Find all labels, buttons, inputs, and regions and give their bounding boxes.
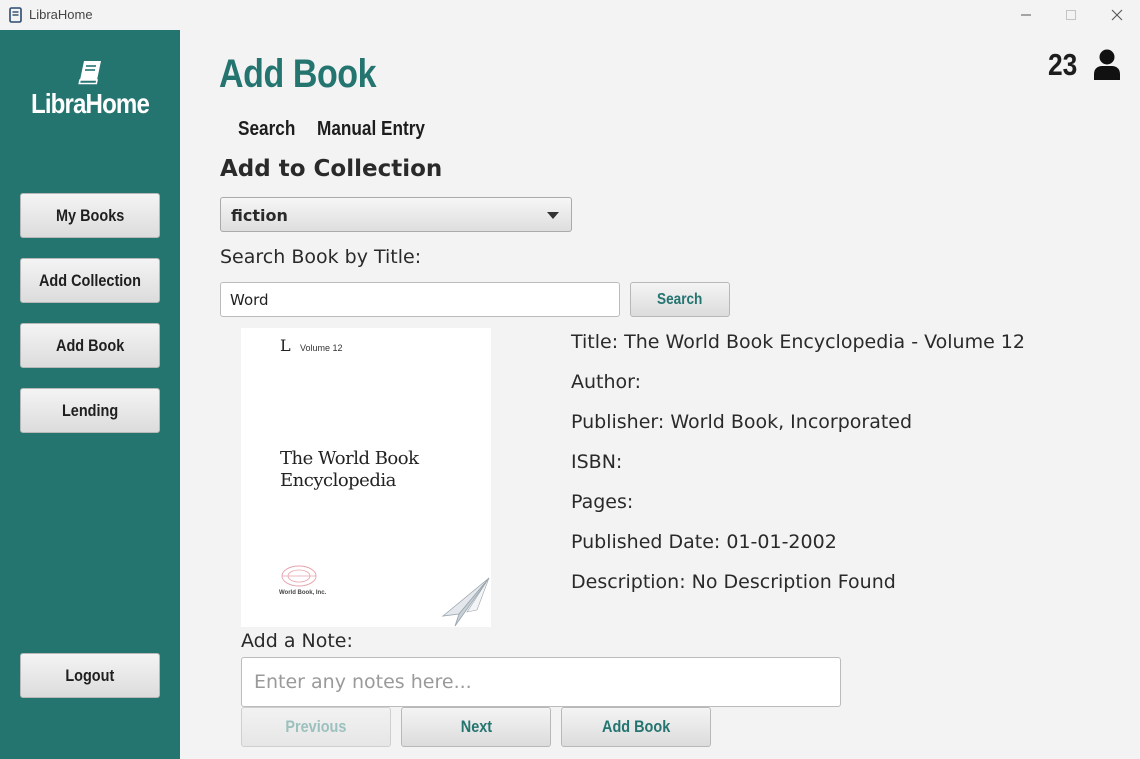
cover-title-line: Encyclopedia bbox=[280, 470, 396, 491]
chevron-down-icon bbox=[547, 212, 559, 219]
detail-publisher: Publisher: World Book, Incorporated bbox=[571, 411, 913, 433]
note-label: Add a Note: bbox=[241, 630, 353, 652]
previous-label: Previous bbox=[285, 717, 347, 736]
next-button[interactable]: Next bbox=[401, 707, 551, 747]
detail-author: Author: bbox=[571, 371, 642, 393]
cover-title: The World Book Encyclopedia bbox=[280, 448, 419, 492]
sidebar-item-lending[interactable]: Lending bbox=[20, 388, 160, 433]
app-logo-text: LibraHome bbox=[30, 88, 150, 119]
window-title: LibraHome bbox=[29, 7, 93, 22]
tab-search[interactable]: Search bbox=[238, 118, 295, 141]
cover-volume: Volume 12 bbox=[300, 343, 343, 353]
sidebar-item-label: Add Collection bbox=[39, 270, 141, 290]
cover-publisher: World Book, Inc. bbox=[279, 590, 327, 596]
detail-pages: Pages: bbox=[571, 491, 634, 513]
sidebar-item-label: Lending bbox=[61, 400, 119, 420]
close-icon bbox=[1111, 9, 1123, 21]
book-cover-image: L Volume 12 The World Book Encyclopedia … bbox=[241, 328, 491, 627]
tab-manual-entry[interactable]: Manual Entry bbox=[317, 118, 425, 141]
paper-plane-icon bbox=[441, 577, 490, 627]
previous-button[interactable]: Previous bbox=[241, 707, 391, 747]
detail-title: Title: The World Book Encyclopedia - Vol… bbox=[571, 331, 1025, 353]
book-count: 23 bbox=[1048, 47, 1078, 82]
note-input[interactable] bbox=[241, 657, 841, 707]
collection-selected-value: fiction bbox=[231, 206, 288, 225]
sidebar: LibraHome My Books Add Collection Add Bo… bbox=[0, 30, 180, 759]
collection-label: Add to Collection bbox=[220, 156, 443, 182]
cover-title-line: The World Book bbox=[280, 448, 419, 469]
publisher-logo-icon bbox=[281, 565, 317, 587]
detail-isbn: ISBN: bbox=[571, 451, 623, 473]
sidebar-item-label: My Books bbox=[55, 205, 125, 225]
logout-button[interactable]: Logout bbox=[20, 653, 160, 698]
sidebar-item-add-book[interactable]: Add Book bbox=[20, 323, 160, 368]
add-book-label: Add Book bbox=[601, 717, 671, 736]
add-book-button[interactable]: Add Book bbox=[561, 707, 711, 747]
search-button-label: Search bbox=[657, 290, 703, 308]
close-button[interactable] bbox=[1094, 0, 1140, 30]
collection-select[interactable]: fiction bbox=[220, 197, 572, 232]
book-logo-icon bbox=[78, 61, 101, 85]
user-icon[interactable] bbox=[1093, 49, 1121, 80]
page-title: Add Book bbox=[219, 52, 377, 96]
maximize-button[interactable] bbox=[1048, 0, 1094, 30]
next-label: Next bbox=[460, 717, 492, 736]
search-button[interactable]: Search bbox=[630, 282, 730, 317]
minimize-icon bbox=[1021, 14, 1031, 16]
detail-published-date: Published Date: 01-01-2002 bbox=[571, 531, 837, 553]
sidebar-item-my-books[interactable]: My Books bbox=[20, 193, 160, 238]
maximize-icon bbox=[1066, 10, 1076, 20]
app-book-icon bbox=[9, 7, 22, 23]
sidebar-item-label: Add Book bbox=[55, 335, 125, 355]
logout-label: Logout bbox=[65, 665, 115, 685]
search-input[interactable] bbox=[220, 282, 620, 317]
detail-description: Description: No Description Found bbox=[571, 571, 896, 593]
minimize-button[interactable] bbox=[1003, 0, 1049, 30]
title-bar: LibraHome bbox=[0, 0, 1140, 30]
sidebar-item-add-collection[interactable]: Add Collection bbox=[20, 258, 160, 303]
search-label: Search Book by Title: bbox=[220, 246, 422, 268]
cover-letter: L bbox=[280, 336, 291, 355]
